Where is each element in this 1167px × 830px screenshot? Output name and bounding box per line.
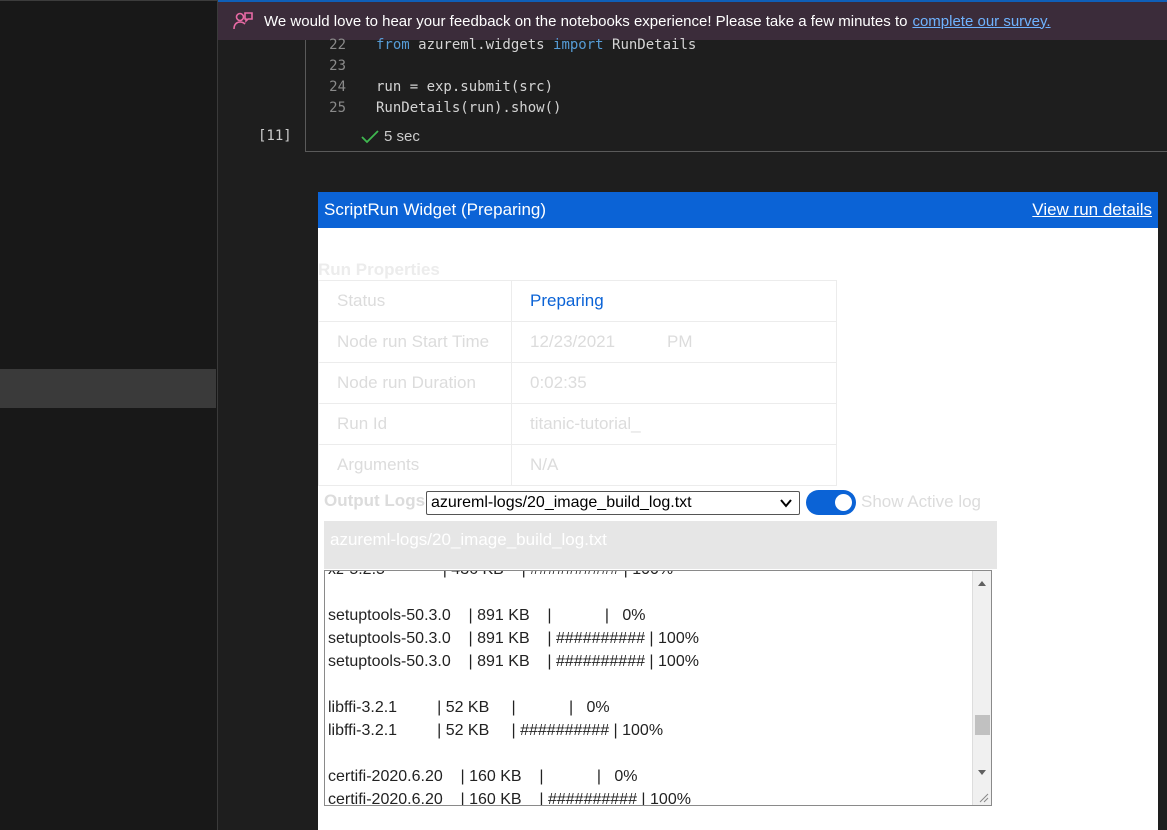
widget-title: ScriptRun Widget (Preparing) (324, 200, 547, 219)
log-line: certifi-2020.6.20 | 160 KB | ########## … (328, 791, 691, 806)
execution-duration: 5 sec (384, 128, 420, 145)
show-active-log-label: Show Active log (861, 492, 982, 511)
log-output-area[interactable]: xz-5.2.5 | 436 KB | ########## | 100% se… (324, 570, 992, 806)
view-run-details-link[interactable]: View run details (1032, 200, 1152, 220)
table-row: Run Id titanic-tutorial_ (318, 403, 837, 445)
selected-log-value: azureml-logs/20_image_build_log.txt (431, 494, 692, 511)
resize-grip-icon[interactable] (977, 791, 989, 803)
code-text: RunDetails(run).show() (376, 100, 562, 116)
log-line: xz-5.2.5 | 436 KB | ########## | 100% (328, 571, 699, 581)
line-number: 24 (329, 79, 346, 95)
sidebar-selected-item[interactable] (0, 369, 216, 408)
log-title-bar: azureml-logs/20_image_build_log.txt (324, 521, 997, 569)
code-line: 25 RunDetails(run).show() (306, 98, 561, 119)
property-value: N/A (511, 444, 837, 486)
log-line: setuptools-50.3.0 | 891 KB | ########## … (328, 653, 699, 670)
feedback-banner: We would love to hear your feedback on t… (218, 0, 1167, 40)
code-line: 22 from azureml.widgets import RunDetails (306, 35, 696, 56)
log-line: certifi-2020.6.20 | 160 KB | | 0% (328, 768, 638, 785)
table-row: Node run Duration 0:02:35 (318, 362, 837, 404)
scroll-down-icon[interactable] (977, 769, 987, 777)
property-value: Preparing (511, 280, 837, 322)
code-text: run = exp.submit(src) (376, 79, 554, 95)
table-row: Node run Start Time 12/23/2021 PM (318, 321, 837, 363)
widget-header: ScriptRun Widget (Preparing) View run de… (318, 192, 1158, 228)
log-line: libffi-3.2.1 | 52 KB | ########## | 100% (328, 722, 664, 739)
log-file-select[interactable]: azureml-logs/20_image_build_log.txt (426, 491, 800, 515)
sidebar-divider (0, 0, 217, 1)
log-content: xz-5.2.5 | 436 KB | ########## | 100% se… (328, 571, 699, 806)
line-number: 23 (329, 58, 346, 74)
run-properties-title: Run Properties (318, 260, 440, 279)
checkmark-icon (360, 129, 380, 145)
property-key: Node run Start Time (318, 321, 512, 363)
code-keyword: from (376, 37, 410, 53)
feedback-icon (232, 10, 254, 32)
scroll-up-icon[interactable] (977, 579, 987, 587)
log-line: setuptools-50.3.0 | 891 KB | | 0% (328, 607, 646, 624)
property-value: titanic-tutorial_ (511, 403, 837, 445)
line-number: 22 (329, 37, 346, 53)
property-value: 0:02:35 (511, 362, 837, 404)
line-number: 25 (329, 100, 346, 116)
property-key: Run Id (318, 403, 512, 445)
log-line: libffi-3.2.1 | 52 KB | | 0% (328, 699, 610, 716)
show-active-log-toggle[interactable] (806, 490, 856, 515)
run-properties-table: Status Preparing Node run Start Time 12/… (318, 280, 837, 486)
table-row: Arguments N/A (318, 444, 837, 486)
code-line: 24 run = exp.submit(src) (306, 77, 553, 98)
code-text: azureml.widgets (409, 37, 554, 53)
scrollbar-thumb[interactable] (975, 715, 990, 735)
chevron-down-icon (779, 496, 793, 510)
log-scrollbar[interactable] (972, 571, 991, 805)
property-value: 12/23/2021 PM (511, 321, 837, 363)
log-line: setuptools-50.3.0 | 891 KB | ########## … (328, 630, 699, 647)
property-key: Arguments (318, 444, 512, 486)
survey-link[interactable]: complete our survey. (912, 13, 1050, 30)
banner-message: We would love to hear your feedback on t… (264, 12, 908, 30)
code-cell[interactable]: 22 from azureml.widgets import RunDetails… (305, 37, 1167, 152)
sidebar (0, 0, 218, 830)
execution-status: 5 sec (360, 128, 420, 145)
code-keyword: import (553, 37, 604, 53)
scriptrun-widget: ScriptRun Widget (Preparing) View run de… (318, 192, 1158, 830)
table-row: Status Preparing (318, 280, 837, 322)
property-key: Node run Duration (318, 362, 512, 404)
code-line: 23 (306, 56, 376, 77)
code-text: RunDetails (603, 37, 697, 53)
output-logs-label: Output Logs (324, 491, 426, 510)
toggle-knob (835, 494, 852, 511)
property-key: Status (318, 280, 512, 322)
execution-count: [11] (258, 128, 292, 144)
